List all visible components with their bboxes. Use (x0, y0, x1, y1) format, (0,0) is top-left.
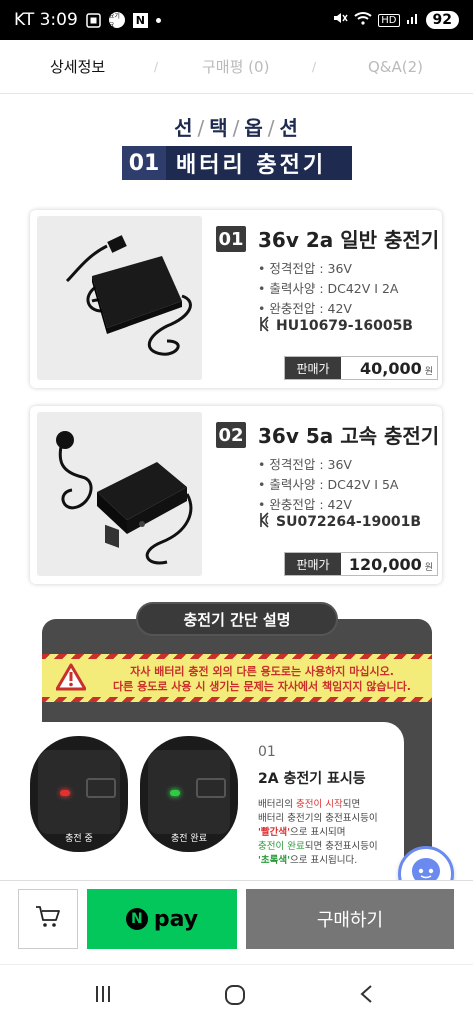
tab-separator: / (312, 59, 317, 74)
purchase-action-bar: N pay 구매하기 (0, 880, 473, 964)
back-icon[interactable] (356, 983, 378, 1009)
signal-icon (406, 11, 420, 29)
spec-full-charge: • 완충전압 : 42V (258, 497, 352, 512)
indicator-info-card: 충전 중 충전 완료 01 2A 충전기 표시등 배터리의 충전이 시작되면 배… (18, 722, 404, 880)
more-notifications-icon (155, 17, 161, 23)
kc-number: SU072264-19001B (276, 514, 422, 530)
chatbot-icon (409, 855, 443, 880)
wifi-icon (354, 11, 372, 29)
section-name: 배터리 충전기 (176, 153, 327, 178)
info-text: 배터리의 충전이 시작되면 배터리 충전기의 충전표시등이 '빨간색'으로 표시… (258, 799, 378, 866)
naver-n-icon: N (125, 908, 148, 930)
cart-button[interactable] (18, 889, 78, 949)
screenshot-icon (86, 12, 101, 28)
recent-apps-icon[interactable] (92, 983, 114, 1009)
description-title: 충전기 간단 설명 (136, 602, 338, 636)
product-image-charger-2a (37, 216, 202, 380)
warning-icon (55, 663, 87, 695)
spec-rated-voltage: • 정격전압 : 36V (258, 261, 352, 276)
naver-pay-button[interactable]: N pay (87, 889, 237, 949)
tab-separator: / (154, 59, 159, 74)
product-number: 02 (216, 422, 246, 448)
info-number: 01 (258, 744, 276, 760)
product-number: 01 (216, 226, 246, 252)
kc-mark-icon (258, 316, 272, 336)
home-icon[interactable] (223, 983, 247, 1011)
led-charging-image: 충전 중 (30, 736, 128, 852)
cart-icon (35, 905, 61, 933)
app-notification-icon: 요기요 (108, 12, 125, 29)
tab-qna[interactable]: Q&A(2) (368, 58, 423, 76)
tab-reviews[interactable]: 구매평 (0) (202, 56, 269, 77)
led-charging-caption: 충전 중 (65, 834, 93, 844)
led-done-image: 충전 완료 (140, 736, 238, 852)
kc-certification: SU072264-19001B (258, 512, 421, 532)
status-time: KT 3:09 (14, 10, 78, 30)
kc-mark-icon (258, 512, 272, 532)
spec-rated-voltage: • 정격전압 : 36V (258, 457, 352, 472)
kc-number: HU10679-16005B (276, 318, 413, 334)
product-image-charger-5a (37, 412, 202, 576)
product-title: 36v 2a 일반 충전기 (258, 228, 440, 252)
spec-output: • 출력사양 : DC42V I 2A (258, 281, 399, 296)
price-box: 판매가 40,000 원 (284, 356, 438, 380)
price-label: 판매가 (285, 357, 341, 379)
price-label: 판매가 (285, 553, 341, 575)
warning-text: 자사 배터리 충전 외의 다른 용도로는 사용하지 마십시오. 다른 용도로 사… (113, 665, 411, 693)
naver-pay-label: pay (153, 906, 199, 932)
product-card-2[interactable]: 02 36v 5a 고속 충전기 • 정격전압 : 36V • 출력사양 : D… (30, 406, 442, 584)
mute-icon (332, 10, 348, 30)
spec-full-charge: • 완충전압 : 42V (258, 301, 352, 316)
price-value: 120,000 원 (341, 553, 437, 575)
hd-voice-icon: HD (378, 13, 400, 27)
section-banner: 01 배터리 충전기 (122, 146, 352, 180)
price-value: 40,000 원 (341, 357, 437, 379)
info-title: 2A 충전기 표시등 (258, 771, 366, 787)
warning-banner: 자사 배터리 충전 외의 다른 용도로는 사용하지 마십시오. 다른 용도로 사… (42, 654, 432, 702)
buy-button[interactable]: 구매하기 (246, 889, 454, 949)
status-bar: KT 3:09 요기요 N HD 92 (0, 0, 473, 40)
tab-details[interactable]: 상세정보 (50, 56, 105, 77)
product-title: 36v 5a 고속 충전기 (258, 424, 440, 448)
detail-tabs: 상세정보 / 구매평 (0) / Q&A(2) (0, 40, 473, 94)
spec-output: • 출력사양 : DC42V I 5A (258, 477, 399, 492)
led-done-caption: 충전 완료 (171, 834, 207, 844)
kc-certification: HU10679-16005B (258, 316, 413, 336)
section-number: 01 (122, 146, 166, 180)
android-nav-bar (0, 964, 473, 1024)
price-box: 판매가 120,000 원 (284, 552, 438, 576)
option-title: 선 / 택 / 옵 / 션 (174, 116, 299, 140)
product-card-1[interactable]: 01 36v 2a 일반 충전기 • 정격전압 : 36V • 출력사양 : D… (30, 210, 442, 388)
battery-level: 92 (425, 11, 459, 29)
naver-notification-icon: N (132, 12, 148, 28)
product-detail-content[interactable]: 선 / 택 / 옵 / 션 01 배터리 충전기 01 36v 2a 일반 충전기 • 정격… (0, 94, 473, 880)
